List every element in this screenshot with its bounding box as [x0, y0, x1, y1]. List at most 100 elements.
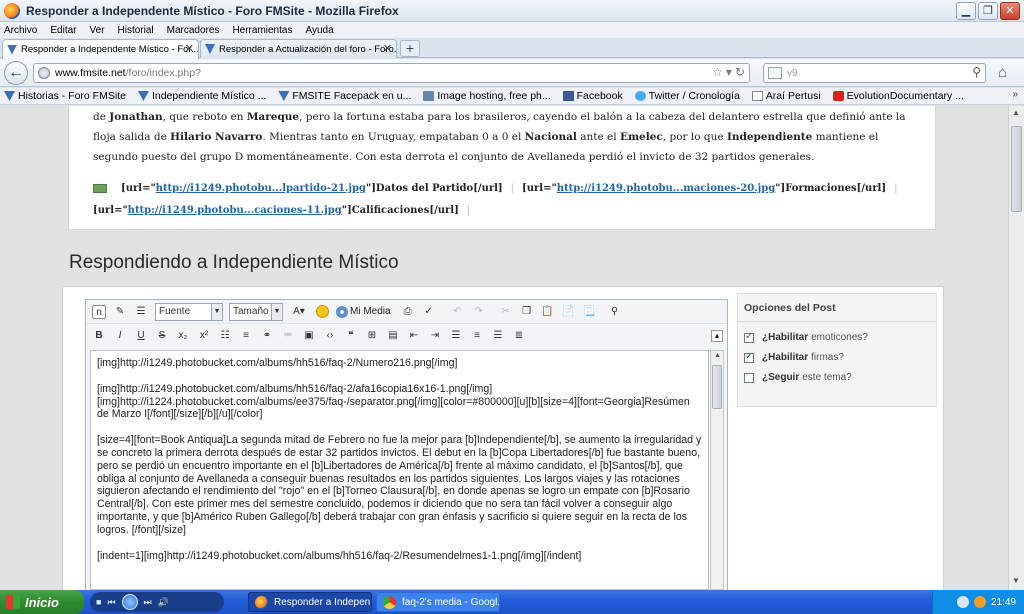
- copy-icon[interactable]: ❐: [520, 305, 534, 319]
- menu-historial[interactable]: Historial: [118, 25, 154, 36]
- size-select[interactable]: Tamaño ▼: [229, 302, 283, 321]
- scroll-up-icon[interactable]: ▲: [714, 352, 721, 359]
- follow-topic-checkbox[interactable]: [744, 372, 754, 383]
- url-bar[interactable]: www.fmsite.net/foro/index.php? ☆ ▾ ↻: [33, 63, 750, 83]
- smiley-icon[interactable]: [316, 305, 329, 318]
- table-icon[interactable]: ⊞: [365, 329, 379, 343]
- next-icon[interactable]: ⏭: [144, 597, 152, 608]
- emoticons-checkbox[interactable]: [744, 331, 754, 343]
- previous-icon[interactable]: ⏮: [107, 597, 115, 608]
- option-enable-signatures[interactable]: ¿Habilitarfirmas?: [744, 351, 844, 363]
- menu-ver[interactable]: Ver: [89, 25, 104, 36]
- textarea-scroll-thumb[interactable]: [712, 365, 722, 409]
- collapse-toolbar-icon[interactable]: ▲: [711, 330, 723, 342]
- tab-close-icon[interactable]: ✕: [185, 42, 194, 55]
- search-input[interactable]: v9 ⚲: [763, 63, 986, 83]
- option-follow-topic[interactable]: ¿Seguir este tema?: [744, 372, 852, 383]
- remove-format-icon[interactable]: ☰: [134, 305, 148, 319]
- minimize-button[interactable]: ▁: [956, 2, 976, 20]
- redo-icon[interactable]: ↷: [472, 305, 486, 319]
- link-formaciones[interactable]: [url="http://i1249.photobu...maciones-20…: [522, 183, 886, 194]
- bookmark-independiente[interactable]: Independiente Místico ...: [137, 90, 266, 102]
- paste-icon[interactable]: 📋: [541, 305, 555, 319]
- outdent-icon[interactable]: ⇤: [407, 329, 421, 343]
- scroll-up-icon[interactable]: ▲: [1012, 108, 1020, 117]
- bookmark-facebook[interactable]: Facebook: [562, 90, 623, 102]
- bullet-list-icon[interactable]: ☷: [218, 329, 232, 343]
- bookmark-facepack[interactable]: FMSITE Facepack en u...: [278, 90, 411, 102]
- stop-icon[interactable]: ■: [96, 597, 101, 607]
- align-right-icon[interactable]: ☰: [491, 329, 505, 343]
- bookmark-historias[interactable]: Historias - Foro FMSite: [4, 90, 126, 102]
- italic-icon[interactable]: I: [113, 329, 127, 343]
- eraser-icon[interactable]: ✎: [113, 305, 127, 319]
- tab-responder-actualizacion[interactable]: Responder a Actualización del foro - For…: [200, 39, 397, 58]
- align-center-icon[interactable]: ≡: [470, 329, 484, 343]
- text-color-icon[interactable]: A▾: [289, 305, 309, 319]
- media-embed-icon[interactable]: ▤: [386, 329, 400, 343]
- update-icon[interactable]: [973, 596, 986, 608]
- bookmark-arai-pertusi[interactable]: Araí Pertusi: [751, 90, 821, 102]
- code-icon[interactable]: ‹›: [323, 329, 337, 343]
- quote-icon[interactable]: ❝: [344, 329, 358, 343]
- option-enable-emoticons[interactable]: ¿Habilitaremoticones?: [744, 331, 868, 343]
- source-mode-icon[interactable]: n: [92, 304, 106, 319]
- spellcheck-icon[interactable]: ✓: [422, 305, 436, 319]
- close-button[interactable]: ✕: [1000, 2, 1020, 20]
- find-icon[interactable]: ⚲: [608, 305, 622, 319]
- link-calificaciones[interactable]: [url="http://i1249.photobu...caciones-11…: [93, 205, 459, 216]
- maximize-button[interactable]: ❐: [978, 2, 998, 20]
- signatures-checkbox[interactable]: [744, 351, 754, 363]
- bookmark-twitter[interactable]: Twitter / Cronología: [634, 90, 740, 102]
- dropdown-arrow-icon[interactable]: ▾: [726, 65, 732, 79]
- print-icon[interactable]: ⎙: [401, 305, 415, 319]
- link-icon[interactable]: ⚭: [260, 329, 274, 343]
- strikethrough-icon[interactable]: S: [155, 329, 169, 343]
- indent-icon[interactable]: ⇥: [428, 329, 442, 343]
- my-media-button[interactable]: Mi Media: [336, 305, 391, 318]
- page-scrollbar[interactable]: ▲ ▼: [1008, 106, 1024, 590]
- menu-ayuda[interactable]: Ayuda: [305, 25, 333, 36]
- numbered-list-icon[interactable]: ≡: [239, 329, 253, 343]
- page-scroll-thumb[interactable]: [1011, 126, 1022, 212]
- bookmark-evolution[interactable]: EvolutionDocumentary ...: [832, 90, 964, 102]
- superscript-icon[interactable]: x²: [197, 329, 211, 343]
- paste-text-icon[interactable]: 📄: [562, 305, 576, 319]
- reload-icon[interactable]: ↻: [735, 65, 745, 79]
- textarea-scrollbar[interactable]: ▲: [710, 350, 724, 590]
- link-datos-partido[interactable]: [url="http://i1249.photobu...lpartido-21…: [121, 183, 503, 194]
- tab-responder-independiente[interactable]: Responder a Independente Místico - For..…: [2, 39, 199, 59]
- search-engine-icon[interactable]: [768, 67, 782, 79]
- tab-close-icon[interactable]: ✕: [383, 42, 392, 55]
- volume-icon[interactable]: 🔊: [158, 597, 169, 608]
- taskbar-firefox-window[interactable]: Responder a Indepen...: [248, 592, 372, 612]
- bold-icon[interactable]: B: [92, 329, 106, 343]
- bookmark-star-icon[interactable]: ☆: [712, 65, 723, 79]
- menu-editar[interactable]: Editar: [50, 25, 76, 36]
- unlink-icon[interactable]: ⚮: [281, 329, 295, 343]
- paste-word-icon[interactable]: 📃: [583, 305, 597, 319]
- media-player-controls[interactable]: ■ ⏮ ⏭ 🔊: [90, 592, 224, 612]
- image-icon[interactable]: ▣: [302, 329, 316, 343]
- menu-herramientas[interactable]: Herramientas: [232, 25, 292, 36]
- menu-marcadores[interactable]: Marcadores: [167, 25, 220, 36]
- justify-icon[interactable]: ≣: [512, 329, 526, 343]
- font-select[interactable]: Fuente ▼: [155, 302, 223, 321]
- taskbar-chrome-window[interactable]: faq-2's media - Googl...: [376, 592, 500, 612]
- new-tab-button[interactable]: +: [400, 40, 420, 57]
- align-left-icon[interactable]: ☰: [449, 329, 463, 343]
- subscript-icon[interactable]: x₂: [176, 329, 190, 343]
- pause-icon[interactable]: [121, 594, 138, 610]
- bookmarks-overflow-button[interactable]: »: [1012, 89, 1018, 100]
- start-button[interactable]: Inicio: [0, 590, 84, 614]
- search-icon[interactable]: ⚲: [972, 65, 981, 79]
- cut-icon[interactable]: ✂: [499, 305, 513, 319]
- scroll-down-icon[interactable]: ▼: [1012, 576, 1020, 585]
- underline-icon[interactable]: U: [134, 329, 148, 343]
- bookmark-image-hosting[interactable]: Image hosting, free ph...: [423, 90, 551, 102]
- network-icon[interactable]: [956, 596, 969, 608]
- home-icon[interactable]: ⌂: [998, 64, 1007, 81]
- message-textarea[interactable]: [img]http://i1249.photobucket.com/albums…: [90, 350, 709, 590]
- back-button[interactable]: ←: [4, 61, 28, 85]
- menu-archivo[interactable]: Archivo: [4, 25, 37, 36]
